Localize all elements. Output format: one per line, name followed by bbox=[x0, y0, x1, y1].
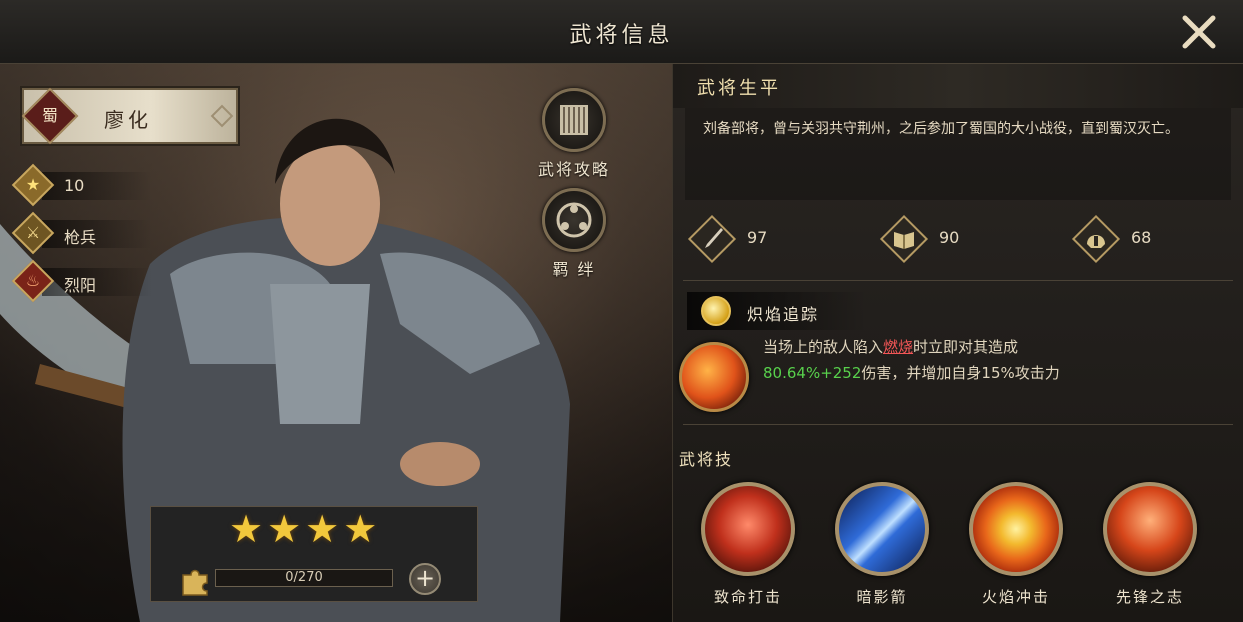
hero-element-row: ♨ 烈阳 bbox=[11, 259, 174, 303]
close-icon[interactable] bbox=[1179, 12, 1219, 52]
skill-fatal-strike[interactable]: 致命打击 bbox=[693, 482, 803, 612]
fire-impact-icon bbox=[969, 482, 1063, 576]
stat-command: 68 bbox=[1071, 214, 1231, 264]
skill-name: 暗影箭 bbox=[856, 588, 908, 606]
bio-text: 刘备部将，曾与关羽共守荆州，之后参加了蜀国的大小战役，直到蜀汉灭亡。 bbox=[703, 121, 1179, 137]
bond-label: 羁 绊 bbox=[552, 260, 596, 279]
skill-fire-impact[interactable]: 火焰冲击 bbox=[961, 482, 1071, 612]
attr-background bbox=[42, 268, 152, 296]
shadow-arrow-icon bbox=[835, 482, 929, 576]
talent-desc-prefix: 当场上的敌人陷入 bbox=[763, 338, 884, 356]
page-title: 武将信息 bbox=[569, 23, 674, 48]
hero-name: 廖化 bbox=[104, 108, 152, 132]
skill-shadow-arrow[interactable]: 暗影箭 bbox=[827, 482, 937, 612]
hero-portrait-panel: 蜀 廖化 ★ 10 ⚔ 枪兵 ♨ 烈阳 武将攻略 羁 绊 ★★★★ 0/270 … bbox=[0, 64, 672, 622]
stat-command-value: 68 bbox=[1131, 228, 1152, 247]
hero-element: 烈阳 bbox=[64, 276, 97, 295]
attr-background bbox=[42, 220, 152, 248]
scroll-icon bbox=[542, 88, 606, 152]
stat-intelligence-value: 90 bbox=[939, 228, 960, 247]
talent-description: 当场上的敌人陷入燃烧时立即对其造成 80.64%+252伤害，并增加自身15%攻… bbox=[763, 334, 1223, 386]
fatal-strike-icon bbox=[701, 482, 795, 576]
attr-background bbox=[42, 172, 152, 200]
skills-label: 武将技 bbox=[679, 450, 734, 469]
skill-name: 火焰冲击 bbox=[981, 588, 1050, 606]
add-fragment-button[interactable]: + bbox=[409, 563, 441, 595]
bond-icon bbox=[542, 188, 606, 252]
book-icon bbox=[879, 214, 929, 264]
guide-label: 武将攻略 bbox=[537, 160, 610, 179]
hero-nameplate: 蜀 廖化 bbox=[21, 87, 238, 145]
sword-icon bbox=[687, 214, 737, 264]
hero-level: 10 bbox=[64, 176, 85, 195]
divider bbox=[683, 424, 1233, 425]
stat-force-value: 97 bbox=[747, 228, 768, 247]
talent-damage-value: 80.64%+252 bbox=[763, 364, 862, 382]
talent-header: 炽焰追踪 bbox=[687, 292, 867, 330]
helmet-icon bbox=[1071, 214, 1121, 264]
talent-desc-mid: 时立即对其造成 bbox=[913, 338, 1019, 356]
talent-name: 炽焰追踪 bbox=[747, 305, 820, 324]
skill-name: 先锋之志 bbox=[1115, 588, 1184, 606]
moon-icon bbox=[701, 296, 731, 326]
puzzle-icon bbox=[182, 569, 208, 596]
hero-info-panel: 武将生平 刘备部将，曾与关羽共守荆州，之后参加了蜀国的大小战役，直到蜀汉灭亡。 … bbox=[672, 64, 1243, 622]
stat-force: 97 bbox=[687, 214, 847, 264]
bio-header: 武将生平 bbox=[673, 64, 1243, 108]
vanguard-will-icon bbox=[1103, 482, 1197, 576]
skill-name: 致命打击 bbox=[713, 588, 782, 606]
faction-glyph: 蜀 bbox=[41, 106, 58, 125]
nameplate-ornament bbox=[210, 104, 234, 128]
bond-button[interactable]: 羁 绊 bbox=[524, 188, 624, 279]
burn-keyword-link[interactable]: 燃烧 bbox=[883, 338, 913, 356]
fragment-progress-bar: 0/270 bbox=[215, 569, 393, 587]
troop-type: 枪兵 bbox=[64, 228, 97, 247]
skill-vanguard-will[interactable]: 先锋之志 bbox=[1095, 482, 1205, 612]
talent-flame-icon[interactable] bbox=[679, 342, 749, 412]
divider bbox=[683, 280, 1233, 281]
bio-box: 刘备部将，曾与关羽共守荆州，之后参加了蜀国的大小战役，直到蜀汉灭亡。 bbox=[685, 108, 1231, 200]
star-rating: ★★★★ bbox=[229, 507, 382, 551]
stat-intelligence: 90 bbox=[879, 214, 1039, 264]
faction-badge: 蜀 bbox=[21, 87, 79, 145]
star-fragment-panel: ★★★★ 0/270 + bbox=[150, 506, 478, 602]
hero-troop-row: ⚔ 枪兵 bbox=[11, 211, 174, 255]
bio-title: 武将生平 bbox=[697, 78, 781, 99]
guide-button[interactable]: 武将攻略 bbox=[524, 88, 624, 179]
hero-level-row: ★ 10 bbox=[11, 163, 174, 207]
fragment-count: 0/270 bbox=[285, 570, 323, 585]
title-bar: 武将信息 bbox=[0, 0, 1243, 64]
talent-desc-suffix: 伤害，并增加自身15%攻击力 bbox=[861, 364, 1060, 382]
